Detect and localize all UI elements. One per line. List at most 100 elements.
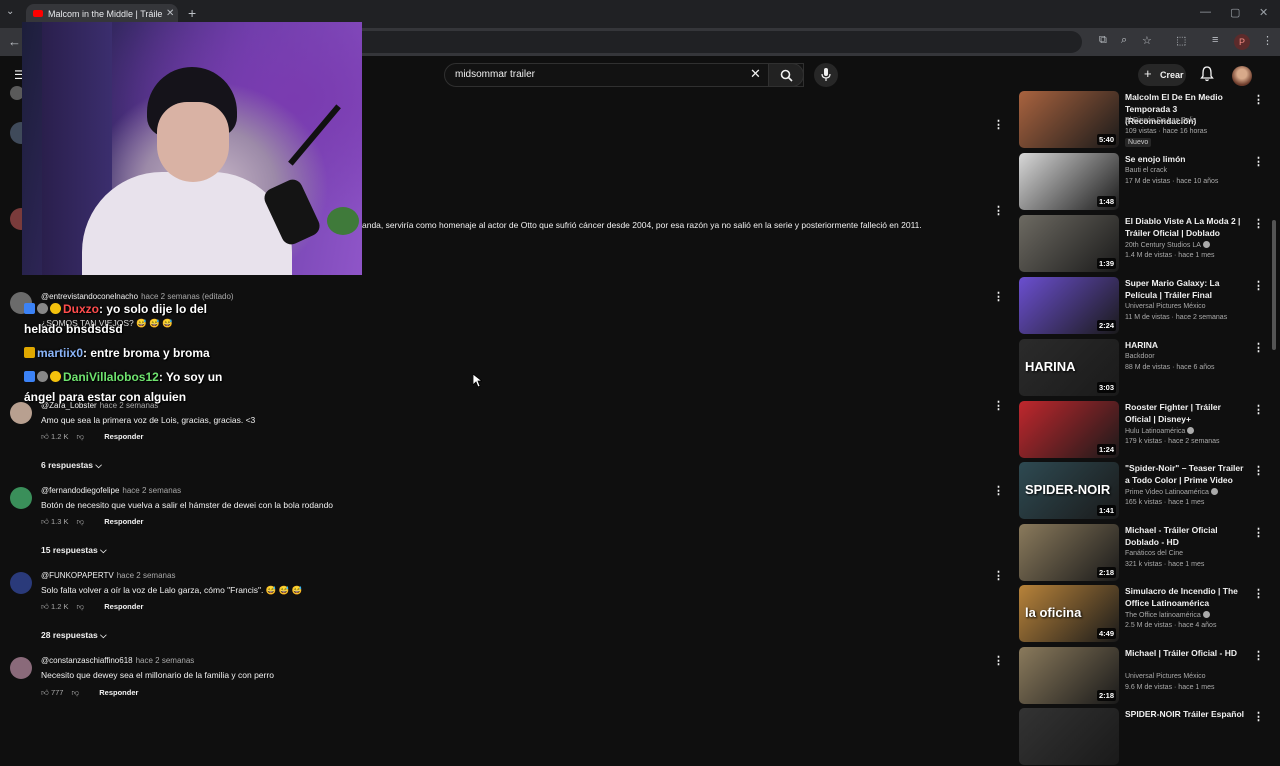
channel-name[interactable]: Hulu Latinoamérica [1125, 428, 1185, 435]
video-thumbnail[interactable]: 2:24 [1019, 277, 1119, 334]
recommended-video[interactable]: 2:18 Michael | Tráiler Oficial - HD Univer… [1019, 647, 1273, 705]
video-menu-icon[interactable]: ⋮ [1253, 710, 1264, 723]
video-thumbnail[interactable]: 2:18 [1019, 524, 1119, 581]
comment-menu-icon[interactable]: ⋮ [993, 654, 1004, 667]
like-icon[interactable]: 👍︎ [41, 602, 49, 611]
video-menu-icon[interactable]: ⋮ [1253, 279, 1264, 292]
dislike-icon[interactable]: 👎︎ [77, 602, 85, 611]
channel-name[interactable]: The Office latinoamérica [1125, 612, 1201, 619]
channel-name[interactable]: Universal Pictures México [1125, 673, 1206, 680]
page-scrollbar[interactable] [1272, 220, 1276, 350]
video-menu-icon[interactable]: ⋮ [1253, 93, 1264, 106]
like-icon[interactable]: 👍︎ [41, 517, 49, 526]
reply-button[interactable]: Responder [99, 688, 138, 697]
video-title[interactable]: Rooster Fighter | Tráiler Oficial | Disn… [1125, 401, 1249, 425]
replies-toggle[interactable]: 15 respuestas ⌵ [41, 545, 107, 556]
video-thumbnail[interactable] [1019, 708, 1119, 765]
extensions-icon[interactable]: ⬚ [1176, 34, 1186, 47]
browser-menu-icon[interactable]: ⋮ [1262, 34, 1273, 47]
channel-name[interactable]: Fanáticos del Cine [1125, 550, 1183, 557]
dislike-icon[interactable]: 👎︎ [77, 432, 85, 441]
video-title[interactable]: "Spider-Noir" – Teaser Trailer a Todo Co… [1125, 462, 1249, 486]
video-title[interactable]: Super Mario Galaxy: La Película | Tráile… [1125, 277, 1249, 301]
channel-name[interactable]: 20th Century Studios LA [1125, 242, 1201, 249]
back-arrow-icon[interactable]: ← [8, 34, 21, 49]
video-thumbnail[interactable]: 1:24 [1019, 401, 1119, 458]
video-title[interactable]: Michael | Tráiler Oficial - HD [1125, 647, 1249, 659]
video-title[interactable]: El Diablo Viste A La Moda 2 | Tráiler Of… [1125, 215, 1249, 239]
comment-author[interactable]: @constanzaschiaffino618 [41, 656, 133, 665]
channel-name[interactable]: Backdoor [1125, 353, 1155, 360]
dislike-icon[interactable]: 👎︎ [72, 688, 80, 697]
zoom-icon[interactable]: ⌕ [1121, 34, 1127, 47]
channel-name[interactable]: El Rincón De Las Pelis [1125, 117, 1196, 124]
video-menu-icon[interactable]: ⋮ [1253, 464, 1264, 477]
like-icon[interactable]: 👍︎ [41, 432, 49, 441]
voice-search-button[interactable] [814, 63, 838, 87]
clear-search-icon[interactable]: ✕ [750, 66, 761, 82]
bookmark-star-icon[interactable]: ☆ [1142, 34, 1152, 47]
video-title[interactable]: SPIDER-NOIR Tráiler Español [1125, 708, 1249, 720]
video-menu-icon[interactable]: ⋮ [1253, 217, 1264, 230]
create-button[interactable]: + Crear [1138, 64, 1186, 86]
video-menu-icon[interactable]: ⋮ [1253, 403, 1264, 416]
reply-button[interactable]: Responder [104, 602, 143, 611]
recommended-video[interactable]: 2:24 Super Mario Galaxy: La Película | Tr… [1019, 277, 1273, 335]
channel-name[interactable]: Universal Pictures México [1125, 303, 1206, 310]
video-thumbnail[interactable]: SPIDER-NOIR 1:41 [1019, 462, 1119, 519]
recommended-video[interactable]: 1:24 Rooster Fighter | Tráiler Oficial | … [1019, 401, 1273, 459]
recommended-video[interactable]: 1:39 El Diablo Viste A La Moda 2 | Tráile… [1019, 215, 1273, 273]
comment-menu-icon[interactable]: ⋮ [993, 569, 1004, 582]
reply-button[interactable]: Responder [104, 432, 143, 441]
video-title[interactable]: Se enojo limón [1125, 153, 1249, 165]
reply-button[interactable]: Responder [104, 517, 143, 526]
video-title[interactable]: HARINA [1125, 339, 1249, 351]
replies-toggle[interactable]: 28 respuestas ⌵ [41, 630, 107, 641]
comment-author[interactable]: @entrevistandoconelnacho [41, 292, 138, 301]
window-close-icon[interactable]: ✕ [1259, 6, 1268, 19]
channel-name[interactable]: Bauti el crack [1125, 167, 1167, 174]
video-menu-icon[interactable]: ⋮ [1253, 155, 1264, 168]
maximize-icon[interactable]: ▢ [1230, 6, 1240, 19]
comment-menu-icon[interactable]: ⋮ [993, 118, 1004, 131]
video-thumbnail[interactable]: 1:48 [1019, 153, 1119, 210]
recommended-video[interactable]: SPIDER-NOIR 1:41 "Spider-Noir" – Teaser Tr… [1019, 462, 1273, 520]
video-menu-icon[interactable]: ⋮ [1253, 649, 1264, 662]
dislike-icon[interactable]: 👎︎ [77, 517, 85, 526]
video-thumbnail[interactable]: la oficina 4:49 [1019, 585, 1119, 642]
recommended-video[interactable]: la oficina 4:49 Simulacro de Incendio | Th… [1019, 585, 1273, 643]
comment-avatar[interactable] [10, 572, 32, 594]
video-thumbnail[interactable]: 2:18 [1019, 647, 1119, 704]
comment-author[interactable]: @fernandodiegofelipe [41, 486, 119, 495]
recommended-video[interactable]: 5:40 Malcolm El De En Medio Temporada 3 (… [1019, 91, 1273, 149]
video-title[interactable]: Simulacro de Incendio | The Office Latin… [1125, 585, 1249, 609]
notifications-bell-icon[interactable] [1200, 66, 1214, 82]
comment-menu-icon[interactable]: ⋮ [993, 290, 1004, 303]
recommended-video[interactable]: HARINA 3:03 HARINA Backdoor 88 M de vistas ·… [1019, 339, 1273, 397]
comment-avatar[interactable] [10, 657, 32, 679]
recommended-video[interactable]: SPIDER-NOIR Tráiler Español ⋮ [1019, 708, 1273, 766]
media-controls-icon[interactable]: ≡ [1212, 34, 1218, 46]
tab-search-icon[interactable]: ⌄ [6, 6, 14, 17]
video-thumbnail[interactable]: 1:39 [1019, 215, 1119, 272]
video-menu-icon[interactable]: ⋮ [1253, 526, 1264, 539]
video-title[interactable]: Michael - Tráiler Oficial Doblado - HD [1125, 524, 1249, 548]
video-menu-icon[interactable]: ⋮ [1253, 341, 1264, 354]
video-thumbnail[interactable]: 5:40 [1019, 91, 1119, 148]
minimize-icon[interactable]: — [1200, 6, 1211, 18]
comment-avatar[interactable] [10, 487, 32, 509]
video-menu-icon[interactable]: ⋮ [1253, 587, 1264, 600]
user-avatar[interactable] [1232, 66, 1252, 86]
comment-menu-icon[interactable]: ⋮ [993, 204, 1004, 217]
install-app-icon[interactable]: ⧉ [1099, 34, 1107, 47]
search-button[interactable] [768, 63, 804, 87]
comment-avatar[interactable] [10, 402, 32, 424]
recommended-video[interactable]: 1:48 Se enojo limón Bauti el crack 17 M de … [1019, 153, 1273, 211]
replies-toggle[interactable]: 6 respuestas ⌵ [41, 460, 102, 471]
tab-close-icon[interactable]: ✕ [166, 8, 174, 19]
recommended-video[interactable]: 2:18 Michael - Tráiler Oficial Doblado - … [1019, 524, 1273, 582]
comment-author[interactable]: @FUNKOPAPERTV [41, 571, 114, 580]
video-thumbnail[interactable]: HARINA 3:03 [1019, 339, 1119, 396]
comment-menu-icon[interactable]: ⋮ [993, 484, 1004, 497]
browser-profile-avatar[interactable]: P [1234, 34, 1250, 50]
